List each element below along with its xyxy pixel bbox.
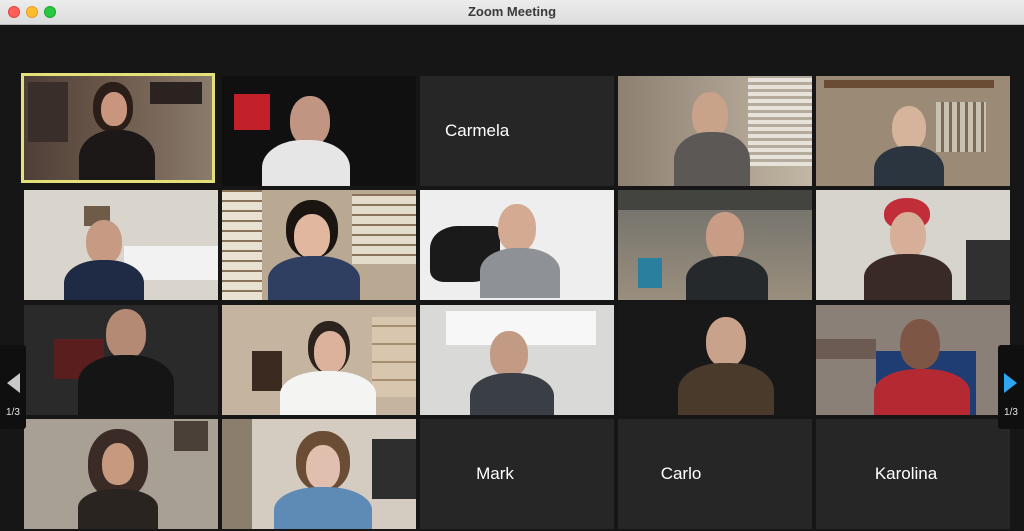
participant-tile[interactable] [222, 190, 416, 300]
participant-tile[interactable] [816, 305, 1010, 415]
participant-tile[interactable] [21, 73, 215, 183]
participant-tile[interactable] [24, 190, 218, 300]
participant-name-card: Carlo [618, 419, 812, 529]
participant-tile-no-video[interactable]: Karolina [816, 419, 1010, 529]
participant-video [24, 419, 218, 529]
participant-video [222, 190, 416, 300]
participant-name-card: Carmela [420, 76, 614, 186]
participant-tile-no-video[interactable]: Carlo [618, 419, 812, 529]
participant-video [816, 305, 1010, 415]
participant-video [222, 76, 416, 186]
participant-tile[interactable] [618, 305, 812, 415]
chevron-left-icon [7, 373, 20, 393]
participant-tile[interactable] [618, 76, 812, 186]
participant-tile[interactable] [222, 419, 416, 529]
window-titlebar: Zoom Meeting [0, 0, 1024, 25]
gallery-view: Carmela Mark Carlo Karolina 1/3 1/3 [0, 25, 1024, 531]
next-page-button[interactable]: 1/3 [998, 345, 1024, 429]
participant-video [24, 305, 218, 415]
participant-tile[interactable] [222, 76, 416, 186]
participant-name: Karolina [874, 464, 938, 483]
participant-video [420, 190, 614, 300]
participant-tile[interactable] [816, 76, 1010, 186]
participant-tile-no-video[interactable]: Carmela [420, 76, 614, 186]
participant-name-card: Karolina [816, 419, 1010, 529]
participant-tile[interactable] [420, 305, 614, 415]
participant-tile[interactable] [24, 305, 218, 415]
participant-tile[interactable] [24, 419, 218, 529]
participant-tile[interactable] [222, 305, 416, 415]
page-indicator: 1/3 [6, 407, 20, 418]
participant-tile-no-video[interactable]: Mark [420, 419, 614, 529]
participant-name-card: Mark [420, 419, 614, 529]
participant-video [24, 76, 212, 180]
participant-video [816, 190, 1010, 300]
participant-tile[interactable] [618, 190, 812, 300]
participant-video [222, 419, 416, 529]
participant-video [222, 305, 416, 415]
participant-video [816, 76, 1010, 186]
previous-page-button[interactable]: 1/3 [0, 345, 26, 429]
participant-tile[interactable] [420, 190, 614, 300]
participant-name: Mark [476, 464, 514, 483]
participant-video [618, 76, 812, 186]
participant-name: Carmela [445, 121, 510, 140]
participant-video [618, 305, 812, 415]
chevron-right-icon [1004, 373, 1017, 393]
page-indicator: 1/3 [1004, 407, 1018, 418]
participant-name: Carlo [660, 464, 702, 483]
participant-video [420, 305, 614, 415]
participant-video [24, 190, 218, 300]
participant-tile[interactable] [816, 190, 1010, 300]
participant-video [618, 190, 812, 300]
window-title: Zoom Meeting [467, 4, 557, 19]
